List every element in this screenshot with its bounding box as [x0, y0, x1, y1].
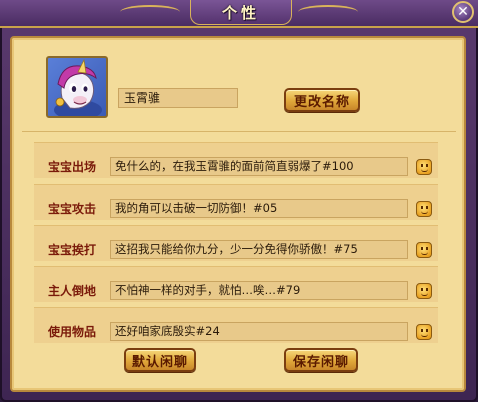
- default-chat-button[interactable]: 默认闲聊: [124, 348, 196, 372]
- emoticon-icon[interactable]: [416, 242, 432, 258]
- chat-row-input[interactable]: 不怕神一样的对手，就怕…唉…#79: [110, 281, 408, 300]
- chat-row-label: 宝宝攻击: [47, 202, 96, 216]
- title-plate: 个性: [190, 0, 292, 25]
- chat-row-label: 主人倒地: [47, 284, 96, 298]
- chat-row-input[interactable]: 我的角可以击破一切防御！#05: [110, 199, 408, 218]
- unicorn-pet-avatar-icon: [54, 58, 102, 116]
- close-button[interactable]: ✕: [452, 1, 474, 23]
- chat-row-input[interactable]: 这招我只能给你九分，少一分免得你骄傲！#75: [110, 240, 408, 259]
- chat-row-label: 宝宝出场: [47, 160, 96, 174]
- chat-row-label: 使用物品: [47, 325, 96, 339]
- emoticon-icon[interactable]: [416, 283, 432, 299]
- chat-row-label: 宝宝挨打: [47, 243, 96, 257]
- title-ornament-left: [120, 5, 180, 19]
- emoticon-icon[interactable]: [416, 159, 432, 175]
- close-icon: ✕: [457, 4, 469, 20]
- emoticon-icon[interactable]: [416, 201, 432, 217]
- rename-button[interactable]: 更改名称: [284, 88, 360, 112]
- chat-row-input[interactable]: 免什么的，在我玉霄骓的面前简直弱爆了#100: [110, 157, 408, 176]
- title-ornament-right: [298, 5, 358, 19]
- pet-avatar: [46, 56, 108, 118]
- save-chat-button[interactable]: 保存闲聊: [284, 348, 358, 372]
- window-title: 个性: [221, 3, 260, 22]
- emoticon-icon[interactable]: [416, 324, 432, 340]
- title-bar: 个性 ✕: [0, 0, 478, 28]
- chat-row-input[interactable]: 还好咱家底殷实#24: [110, 322, 408, 341]
- pet-name-field[interactable]: 玉霄骓: [118, 88, 238, 108]
